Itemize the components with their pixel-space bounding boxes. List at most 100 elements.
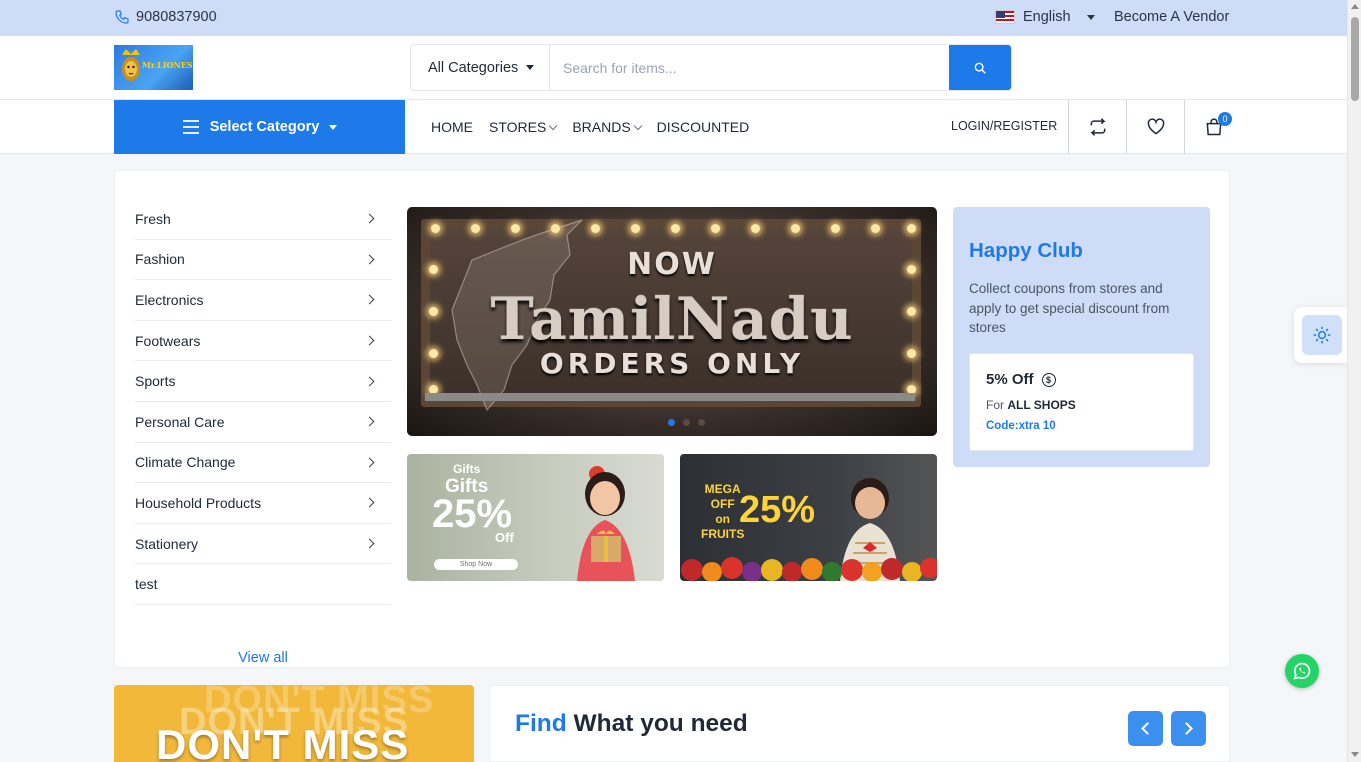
carousel-next-button[interactable] [1171,711,1206,746]
promo-off-label: Off [495,530,514,545]
language-label: English [1023,9,1071,25]
category-item-footwears[interactable]: Footwears [135,321,391,362]
caret-down-icon [1086,14,1095,20]
category-label: Electronics [135,291,204,308]
category-item-test[interactable]: test [135,564,391,605]
scrollbar-thumb[interactable] [1351,17,1359,101]
nav-item-brands[interactable]: BRANDS [572,119,642,135]
select-category-button[interactable]: Select Category [114,100,405,154]
slider-dot[interactable] [698,419,705,426]
chevron-right-icon [364,457,375,468]
search-input[interactable] [550,45,949,90]
select-category-label: Select Category [209,119,320,135]
hamburger-icon [182,120,199,134]
nav-icons: 0 [1068,100,1242,154]
header: Mr.LIONESS All Categories [0,36,1347,100]
caret-down-icon [526,65,535,70]
us-flag-icon [995,10,1015,24]
become-vendor-link[interactable]: Become A Vendor [1114,9,1229,25]
nav-item-label: BRANDS [572,119,631,135]
happy-club-description: Collect coupons from stores and apply to… [969,281,1170,335]
chevron-right-icon [364,335,375,346]
category-item-household-products[interactable]: Household Products [135,483,391,524]
category-item-electronics[interactable]: Electronics [135,280,391,321]
promo-mega-line: on [715,512,730,526]
category-item-stationery[interactable]: Stationery [135,524,391,565]
nav-item-home[interactable]: HOME [431,119,473,135]
chevron-right-icon [364,254,375,265]
phone-number: 9080837900 [136,9,217,25]
scroll-up-arrow-icon[interactable] [1351,4,1359,9]
category-item-fresh[interactable]: Fresh [135,199,391,240]
chevron-right-icon [364,295,375,305]
slider-dot-active[interactable] [668,419,675,426]
coupon-for-prefix: For [986,398,1004,412]
category-label: Climate Change [135,454,236,471]
nav-item-label: STORES [489,119,547,135]
coupon-target: For ALL SHOPS [986,398,1076,412]
coupon-code[interactable]: Code:xtra 10 [986,420,1056,432]
heart-icon [1147,118,1164,135]
category-label: Footwears [135,332,201,349]
category-item-personal-care[interactable]: Personal Care [135,402,391,443]
carousel-prev-button[interactable] [1128,711,1163,746]
theme-toggle-inner [1302,315,1342,355]
dont-miss-text: DON'T MISS [156,721,410,762]
phone-contact[interactable]: 9080837900 [114,9,217,25]
category-item-sports[interactable]: Sports [135,361,391,402]
login-register-link[interactable]: LOGIN/REGISTER [951,119,1057,133]
category-item-fashion[interactable]: Fashion [135,240,391,281]
phone-icon [115,10,129,24]
top-bar: 9080837900 English Become A Vendor [0,0,1347,36]
section-title: Find What you need [515,710,748,738]
chevron-right-icon [364,538,375,549]
coupon-card[interactable]: 5% Off $ For ALL SHOPS Code:xtra 10 [969,353,1194,451]
shop-now-button[interactable]: Shop Now [434,559,518,570]
category-dropdown[interactable]: All Categories [411,45,550,90]
main-nav: Select Category HOME STORES BRANDS DISCO… [0,100,1347,154]
girl-with-gift-illustration [577,466,635,581]
theme-toggle[interactable] [1294,307,1347,363]
category-item-climate-change[interactable]: Climate Change [135,443,391,484]
slider-dots [668,419,705,426]
scroll-down-arrow-icon[interactable] [1351,752,1359,757]
slider-dot[interactable] [683,419,690,426]
promo-banner-gifts[interactable]: Gifts Gifts 25% Off Shop Now [407,454,664,581]
nav-item-stores[interactable]: STORES [489,119,558,135]
category-label: Fashion [135,251,185,268]
view-all-link[interactable]: View all [135,650,391,666]
category-label: Household Products [135,494,262,511]
dont-miss-banner[interactable]: DON'T MISS DON'T MISS DON'T MISS [114,685,474,762]
coin-icon: $ [1041,372,1056,387]
wishlist-button[interactable] [1126,100,1184,154]
hero-line-1: NOW [627,247,717,282]
chevron-down-icon [549,121,558,130]
chevron-right-icon [364,416,375,427]
compare-button[interactable] [1068,100,1126,154]
promo-banner-fruits[interactable]: MEGA OFF on FRUITS 25% [680,454,937,581]
cart-count-badge: 0 [1218,112,1232,126]
chevron-right-icon [364,376,375,387]
hero-slider[interactable]: NOW TamilNadu ORDERS ONLY [407,207,937,436]
whatsapp-button[interactable] [1285,654,1319,688]
site-logo[interactable]: Mr.LIONESS [114,45,193,90]
compare-icon [1089,118,1106,136]
happy-club-title: Happy Club [969,239,1083,262]
page-scrollbar[interactable] [1347,0,1361,762]
category-label: test [135,576,158,593]
nav-item-discounted[interactable]: DISCOUNTED [657,119,750,135]
category-label: Personal Care [135,413,225,430]
find-section: Find What you need [489,685,1230,762]
cart-button[interactable]: 0 [1184,100,1242,154]
promo-mega-line: MEGA [704,482,741,496]
logo-text: Mr.LIONESS [142,60,193,70]
search-button[interactable] [949,45,1011,90]
marquee-shelf [425,393,915,401]
nav-item-label: HOME [431,119,473,135]
caret-down-icon [329,124,338,130]
language-selector[interactable]: English [995,9,1095,25]
section-title-rest: What you need [573,710,748,737]
chevron-left-icon [1141,722,1154,735]
happy-club-card: Happy Club Collect coupons from stores a… [953,207,1210,467]
whatsapp-icon [1293,662,1311,680]
